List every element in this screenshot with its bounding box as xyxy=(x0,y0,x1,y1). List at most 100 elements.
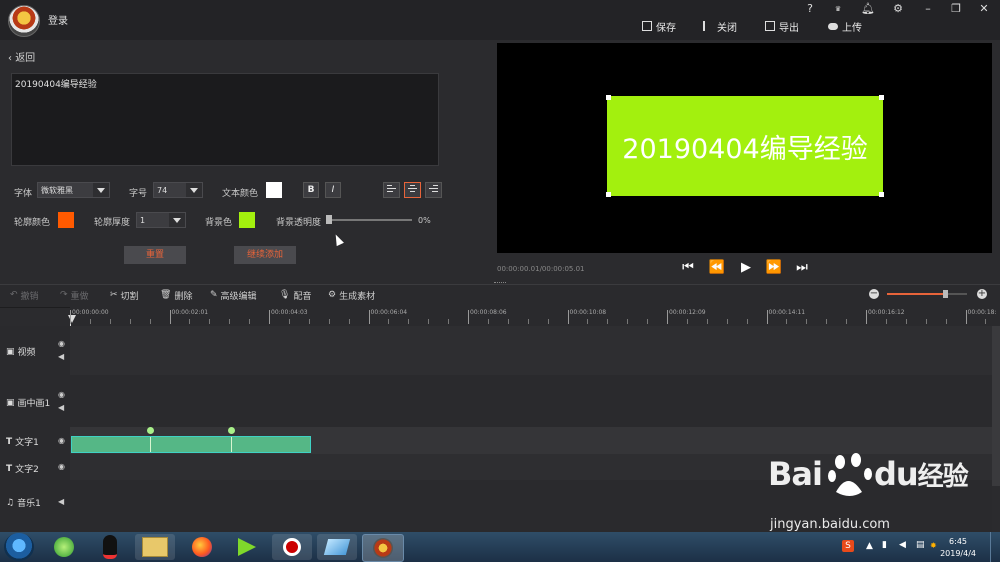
keyframe-marker[interactable] xyxy=(228,427,235,434)
ruler-minor-tick xyxy=(288,319,290,324)
ruler-minor-tick xyxy=(487,319,489,324)
zoom-in-icon[interactable]: + xyxy=(977,289,987,299)
resize-handle[interactable] xyxy=(606,192,611,197)
zoom-out-icon[interactable]: − xyxy=(869,289,879,299)
tray-expand-icon[interactable]: ▲ xyxy=(866,541,873,551)
ruler-major-tick xyxy=(766,310,768,324)
track-row-video[interactable] xyxy=(70,326,992,375)
timeline-toolbar xyxy=(0,284,1000,308)
file-explorer-icon[interactable] xyxy=(135,534,175,560)
close-button[interactable]: 关闭 xyxy=(703,18,737,34)
video-app-taskbar-icon[interactable] xyxy=(362,534,404,562)
delete-button[interactable]: 🗑︎ 删除 xyxy=(160,288,192,302)
media-player-icon[interactable] xyxy=(227,534,267,560)
undo-button[interactable]: ↶ 撤销 xyxy=(10,288,39,302)
reset-button[interactable]: 重置 xyxy=(124,246,186,264)
font-select[interactable]: 微软雅黑 xyxy=(37,182,110,198)
bg-opacity-slider-handle[interactable] xyxy=(326,215,332,224)
bell-icon[interactable]: 🔔︎ xyxy=(860,2,876,16)
ruler-minor-tick xyxy=(149,319,151,324)
minimize-icon[interactable]: – xyxy=(920,2,936,16)
generate-material-button[interactable]: ⚙ 生成素材 xyxy=(328,288,375,302)
align-left-button[interactable] xyxy=(383,182,400,198)
close-window-icon[interactable]: ✕ xyxy=(976,2,992,16)
advanced-edit-button[interactable]: ✎ 高级编辑 xyxy=(210,288,257,302)
continue-add-button[interactable]: 继续添加 xyxy=(234,246,296,264)
login-link[interactable]: 登录 xyxy=(48,12,68,27)
browser-360-icon[interactable] xyxy=(44,534,84,560)
skip-end-icon[interactable]: ⏭ xyxy=(793,260,811,276)
text-clip[interactable] xyxy=(71,436,311,453)
show-desktop-button[interactable] xyxy=(990,532,1000,562)
ruler-major-tick xyxy=(567,310,569,324)
resize-handle[interactable] xyxy=(879,192,884,197)
text-color-label: 文本颜色 xyxy=(222,189,259,199)
speaker-icon[interactable]: ◀ xyxy=(58,403,64,412)
zoom-slider-handle[interactable] xyxy=(942,290,948,298)
resize-handle[interactable] xyxy=(879,95,884,100)
preview-text-overlay[interactable]: 20190404编导经验 xyxy=(607,96,883,196)
speaker-icon[interactable]: ◀ xyxy=(58,352,64,361)
taskbar-clock[interactable]: 6:45 2019/4/4 xyxy=(940,536,976,560)
outline-thickness-select[interactable]: 1 xyxy=(136,212,186,228)
keyframe-marker[interactable] xyxy=(147,427,154,434)
ruler-tick-label: 00:00:02:01 xyxy=(171,309,209,316)
timeline-scrollbar[interactable] xyxy=(992,326,1000,486)
track-label-text2: T 文字2 xyxy=(6,462,39,476)
save-button[interactable]: 保存 xyxy=(642,18,676,34)
eye-icon[interactable]: ◉ xyxy=(58,390,65,399)
eye-icon[interactable]: ◉ xyxy=(58,339,65,348)
play-icon[interactable]: ▶ xyxy=(737,260,755,276)
italic-button[interactable]: I xyxy=(325,182,341,198)
network-icon[interactable]: ▤ xyxy=(916,540,925,550)
text-icon: T xyxy=(6,463,13,474)
text-content-input[interactable]: 20190404编导经验 xyxy=(11,73,439,166)
sogou-ime-icon[interactable]: S xyxy=(842,540,854,552)
size-select[interactable]: 74 xyxy=(153,182,203,198)
firefox-icon[interactable] xyxy=(182,534,222,560)
speaker-icon[interactable]: ◀ xyxy=(58,497,64,506)
restore-icon[interactable]: ❐ xyxy=(948,2,964,16)
cut-button[interactable]: ✂ 切割 xyxy=(110,288,139,302)
bold-button[interactable]: B xyxy=(303,182,319,198)
outline-thickness-label: 轮廓厚度 xyxy=(94,218,131,228)
eye-icon[interactable]: ◉ xyxy=(58,462,65,471)
help-icon[interactable]: ? xyxy=(802,2,818,16)
skip-start-icon[interactable]: ⏮ xyxy=(679,260,697,276)
back-button[interactable]: ‹ 返回 xyxy=(8,49,35,64)
qq-icon[interactable] xyxy=(90,534,130,560)
eye-icon[interactable]: ◉ xyxy=(58,436,65,445)
start-button-icon[interactable] xyxy=(4,533,34,561)
text-color-swatch[interactable] xyxy=(266,182,282,198)
gear-icon[interactable]: ⚙ xyxy=(890,2,906,16)
track-row-pip[interactable] xyxy=(70,375,992,427)
watermark-brand-suffix: du xyxy=(873,455,919,493)
microphone-icon: 🎙︎ xyxy=(279,290,291,300)
notification-icon[interactable]: ✸ xyxy=(930,541,937,550)
resize-handle[interactable] xyxy=(606,95,611,100)
align-center-button[interactable] xyxy=(404,182,421,198)
watermark-brand: Bai du经验 xyxy=(768,455,969,493)
device-icon[interactable]: ▮ xyxy=(882,540,887,550)
editor-app-icon[interactable] xyxy=(317,534,357,560)
align-right-button[interactable] xyxy=(425,182,442,198)
bg-color-swatch[interactable] xyxy=(239,212,255,228)
pip-icon: ▣ xyxy=(6,397,15,408)
dub-button[interactable]: 🎙︎ 配音 xyxy=(279,288,311,302)
screen-recorder-icon[interactable] xyxy=(272,534,312,560)
ruler-minor-tick xyxy=(786,319,788,324)
vip-icon[interactable]: ♛ xyxy=(830,2,846,16)
track-name: 音乐1 xyxy=(17,499,41,509)
ruler-minor-tick xyxy=(985,319,987,324)
redo-button[interactable]: ↷ 重做 xyxy=(60,288,89,302)
track-label-video: ▣ 视频 xyxy=(6,345,36,359)
outline-thickness-value: 1 xyxy=(140,215,146,225)
volume-icon[interactable]: ◀ xyxy=(899,540,906,550)
previous-frame-icon[interactable]: ⏪ xyxy=(708,260,726,276)
next-frame-icon[interactable]: ⏩ xyxy=(765,260,783,276)
export-button[interactable]: 导出 xyxy=(765,18,799,34)
upload-button[interactable]: 上传 xyxy=(828,18,862,34)
app-logo-icon[interactable] xyxy=(8,5,40,37)
outline-color-swatch[interactable] xyxy=(58,212,74,228)
bg-opacity-slider[interactable] xyxy=(328,219,412,221)
